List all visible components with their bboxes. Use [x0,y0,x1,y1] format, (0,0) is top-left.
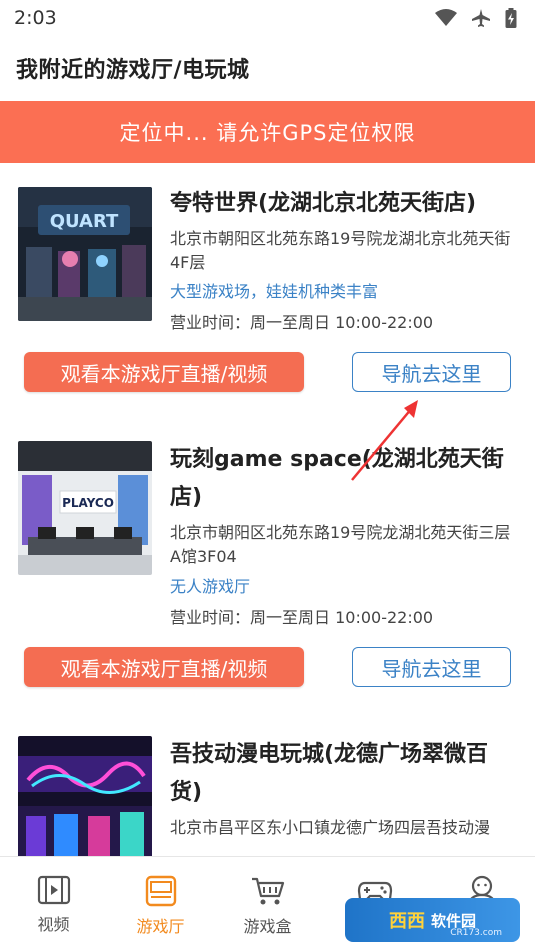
venue-address: 北京市昌平区东小口镇龙德广场四层吾技动漫 [170,818,491,837]
page-title: 我附近的游戏厅/电玩城 [16,58,250,83]
battery-charging-icon [505,8,517,28]
nav-tab-arcade[interactable]: 游戏厅 [107,857,214,952]
thumb-sign-text: QUART [50,211,119,232]
nav-label: 游戏盒 [243,917,292,936]
nav-label: 视频 [37,915,70,934]
film-icon [37,875,70,905]
nav-tab-game-box[interactable]: 游戏盒 [214,857,321,952]
venue-thumbnail[interactable]: QUART [18,187,152,321]
venue-card[interactable]: PLAYCO 玩刻game space(龙湖北苑天街店) 北京市朝阳区北苑东路1… [0,417,535,712]
gps-permission-banner[interactable]: 定位中... 请允许GPS定位权限 [0,101,535,163]
watermark-logo: 西西 软件园 CR173.com [345,898,520,942]
watch-live-video-button[interactable]: 观看本游戏厅直播/视频 [24,352,304,392]
venue-thumbnail[interactable]: PLAYCO [18,441,152,575]
navigate-here-button[interactable]: 导航去这里 [352,647,511,687]
venue-thumbnail[interactable] [18,736,152,856]
venue-list[interactable]: QUART 夸特世界(龙湖北京北苑天街店) 北京市朝阳区北苑东路19号院龙湖北京… [0,163,535,856]
venue-name[interactable]: 夸特世界(龙湖北京北苑天街店) [170,185,520,223]
nav-tab-video[interactable]: 视频 [0,857,107,952]
watch-live-video-button[interactable]: 观看本游戏厅直播/视频 [24,647,304,687]
venue-name[interactable]: 吾技动漫电玩城(龙德广场翠微百货) [170,736,520,812]
venue-tags: 无人游戏厅 [170,577,251,596]
status-time: 2:03 [14,7,57,29]
airplane-icon [472,9,490,27]
watermark-main: 西西 [388,911,425,932]
watermark-sub: CR173.com [450,928,502,938]
nav-label: 游戏厅 [136,917,185,936]
cart-icon [251,877,284,905]
wifi-icon [435,9,457,26]
venue-card[interactable]: QUART 夸特世界(龙湖北京北苑天街店) 北京市朝阳区北苑东路19号院龙湖北京… [0,163,535,417]
thumb-sign-text: PLAYCO [62,496,114,510]
venue-address: 北京市朝阳区北苑东路19号院龙湖北京北苑天街4F层 [170,229,511,272]
arcade-icon [145,875,176,907]
venue-hours: 营业时间：周一至周日 10:00-22:00 [170,608,434,627]
navigate-here-button[interactable]: 导航去这里 [352,352,511,392]
venue-card[interactable]: 吾技动漫电玩城(龙德广场翠微百货) 北京市昌平区东小口镇龙德广场四层吾技动漫 [0,712,535,856]
status-bar: 2:03 [0,0,535,36]
status-icons [435,8,517,28]
venue-hours: 营业时间：周一至周日 10:00-22:00 [170,313,434,332]
venue-tags: 大型游戏场，娃娃机种类丰富 [170,282,379,301]
venue-address: 北京市朝阳区北苑东路19号院龙湖北苑天街三层A馆3F04 [170,523,511,566]
annotation-arrow-icon [351,400,418,481]
venue-name[interactable]: 玩刻game space(龙湖北苑天街店) [170,441,520,517]
